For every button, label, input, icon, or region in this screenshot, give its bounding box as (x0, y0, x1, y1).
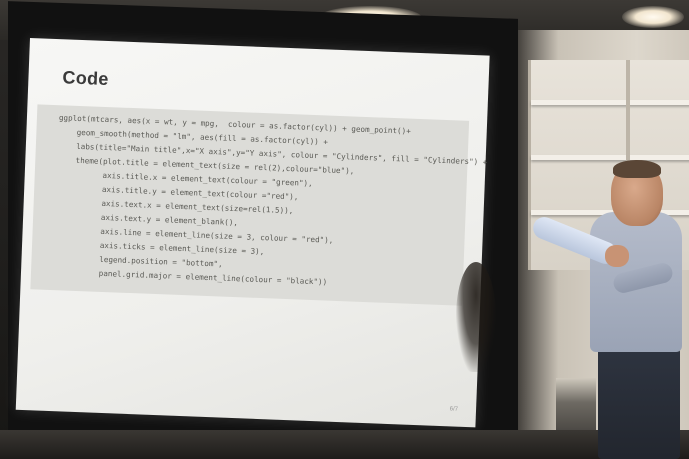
hand-shadow (456, 262, 496, 372)
presenter-hand (605, 245, 629, 267)
presenter-legs (598, 348, 680, 459)
code-line: legend.position = "bottom", (53, 253, 223, 269)
shelf (531, 100, 689, 105)
code-block: ggplot(mtcars, aes(x = wt, y = mpg, colo… (30, 104, 488, 306)
slide-title: Code (62, 67, 110, 90)
ceiling-light (622, 6, 684, 28)
slide-page-number: 6/7 (449, 406, 459, 413)
code-line: panel.grid.major = element_line(colour =… (52, 267, 328, 287)
photo-scene: Code ggplot(mtcars, aes(x = wt, y = mpg,… (0, 0, 689, 459)
floor (0, 430, 689, 459)
code-line: axis.text.y = element_blank(), (55, 211, 239, 228)
presenter-hair (613, 160, 661, 178)
shelf (531, 155, 689, 160)
projector-screen: Code ggplot(mtcars, aes(x = wt, y = mpg,… (15, 38, 490, 428)
